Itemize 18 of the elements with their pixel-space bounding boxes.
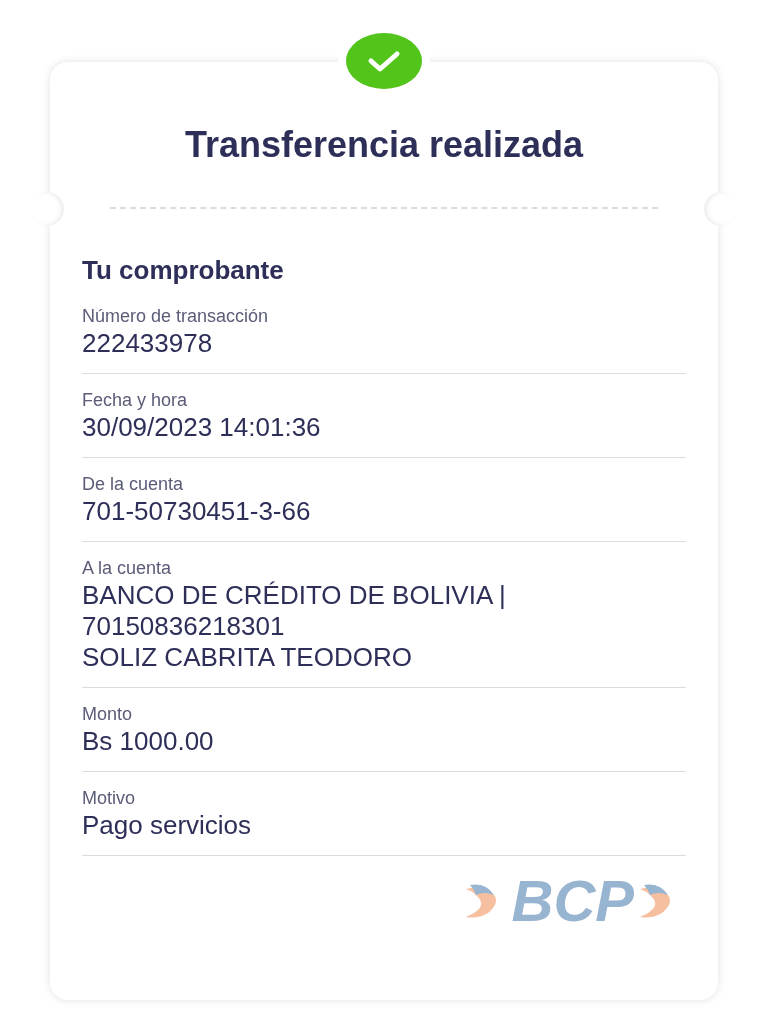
- field-value: BANCO DE CRÉDITO DE BOLIVIA |: [82, 580, 507, 611]
- field-value: 701-50730451-3-66: [82, 496, 312, 527]
- field-value: SOLIZ CABRITA TEODORO: [82, 642, 413, 673]
- field-label: De la cuenta: [82, 473, 185, 496]
- field-label: Motivo: [82, 787, 136, 810]
- field-value: Pago servicios: [82, 810, 253, 841]
- field-value: 30/09/2023 14:01:36: [82, 412, 322, 443]
- field-label: Monto: [82, 703, 134, 726]
- check-icon: [345, 32, 423, 90]
- section-title: Tu comprobante: [82, 254, 285, 287]
- field-value: 222433978: [82, 328, 214, 359]
- field-label: Fecha y hora: [82, 389, 189, 412]
- logo-text: BCP: [511, 872, 634, 930]
- field-label: Número de transacción: [82, 305, 270, 328]
- title: Transferencia realizada: [183, 123, 585, 167]
- field-label: A la cuenta: [82, 557, 173, 580]
- field-value: Bs 1000.00: [82, 726, 215, 757]
- field-value: 70150836218301: [82, 611, 286, 642]
